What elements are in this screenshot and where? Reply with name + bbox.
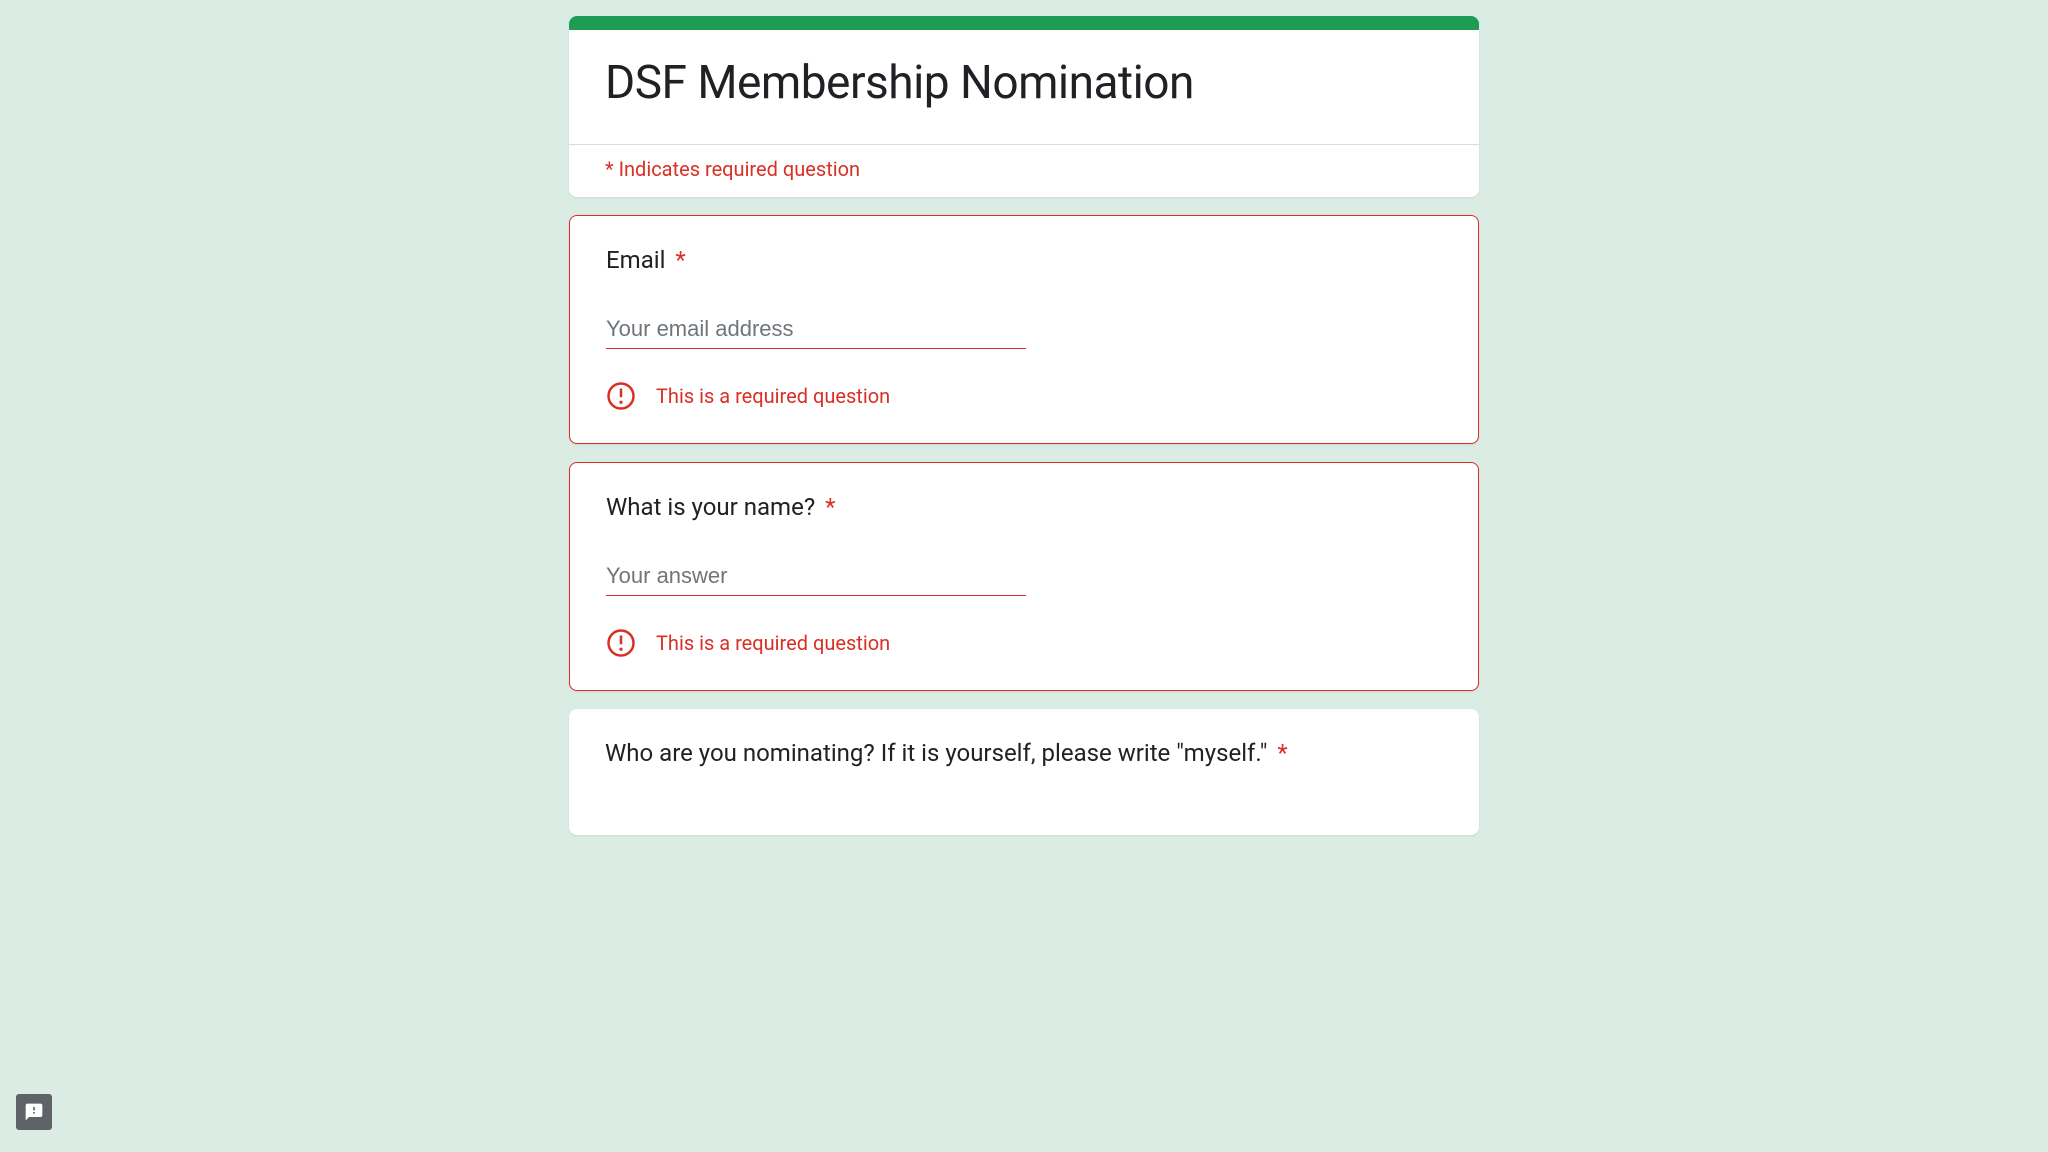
name-field[interactable] — [606, 557, 1026, 596]
error-icon — [606, 628, 636, 658]
error-icon — [606, 381, 636, 411]
question-label: Email * — [606, 246, 1442, 274]
question-text: What is your name? — [606, 493, 815, 521]
question-label: Who are you nominating? If it is yoursel… — [605, 739, 1443, 767]
error-message: This is a required question — [656, 631, 890, 655]
required-asterisk: * — [825, 493, 835, 521]
feedback-icon — [24, 1102, 44, 1122]
question-label: What is your name? * — [606, 493, 1442, 521]
question-card-name: What is your name? * This is a required … — [569, 462, 1479, 691]
required-asterisk: * — [675, 246, 685, 274]
question-text: Email — [606, 246, 665, 274]
required-notice-text: * Indicates required question — [605, 157, 1443, 181]
error-row: This is a required question — [606, 381, 1442, 411]
error-message: This is a required question — [656, 384, 890, 408]
header-content: DSF Membership Nomination — [569, 30, 1479, 144]
error-row: This is a required question — [606, 628, 1442, 658]
required-asterisk: * — [1277, 739, 1287, 767]
feedback-button[interactable] — [16, 1094, 52, 1130]
form-title: DSF Membership Nomination — [605, 56, 1443, 110]
question-text: Who are you nominating? If it is yoursel… — [605, 739, 1267, 767]
required-notice-section: * Indicates required question — [569, 144, 1479, 197]
email-field[interactable] — [606, 310, 1026, 349]
header-accent-stripe — [569, 16, 1479, 30]
question-card-email: Email * This is a required question — [569, 215, 1479, 444]
form-header-card: DSF Membership Nomination * Indicates re… — [569, 16, 1479, 197]
form-container: DSF Membership Nomination * Indicates re… — [569, 0, 1479, 869]
question-card-nomination: Who are you nominating? If it is yoursel… — [569, 709, 1479, 835]
